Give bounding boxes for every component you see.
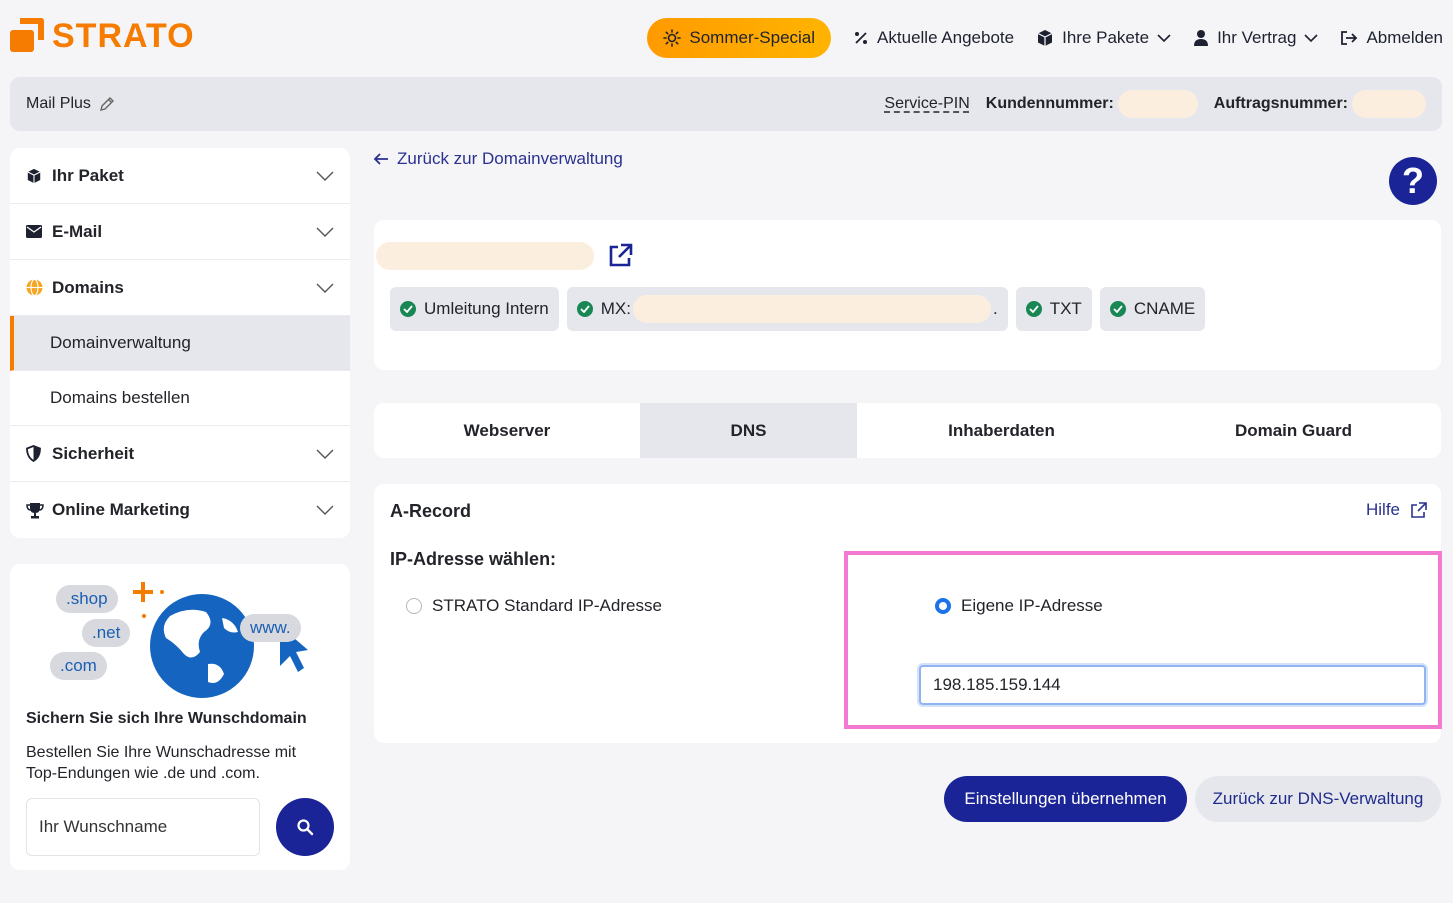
nav-logout[interactable]: Abmelden <box>1340 28 1443 48</box>
arrow-left-icon <box>373 153 388 165</box>
sidebar-item-label: Online Marketing <box>52 500 190 519</box>
radio-button[interactable] <box>406 598 422 614</box>
chevron-down-icon <box>316 449 334 459</box>
order-number-redacted <box>1352 90 1426 118</box>
package-name[interactable]: Mail Plus <box>26 95 115 113</box>
sidebar-item-label: E-Mail <box>52 221 103 241</box>
chip-mx: MX: . <box>566 287 1008 331</box>
account-info-bar: Mail Plus Service-PIN Kundennummer: Auft… <box>10 77 1442 131</box>
tab-domain-guard[interactable]: Domain Guard <box>1146 403 1441 458</box>
sidebar: Ihr Paket E-Mail Domains Domainverwaltun… <box>10 148 350 538</box>
promo-text: Bestellen Sie Ihre Wunschadresse mit Top… <box>26 744 297 782</box>
external-link-icon[interactable] <box>606 242 634 270</box>
back-to-domain-management-link[interactable]: Zurück zur Domainverwaltung <box>373 149 623 169</box>
customer-number-redacted <box>1117 90 1198 118</box>
help-button[interactable]: ? <box>1389 157 1437 205</box>
help-link[interactable]: Hilfe <box>1366 500 1427 520</box>
radio-standard-ip[interactable]: STRATO Standard IP-Adresse <box>406 596 662 616</box>
order-number-label: Auftragsnummer: <box>1213 95 1348 112</box>
bubble-www: www. <box>240 614 301 642</box>
a-record-title: A-Record <box>390 501 472 521</box>
sidebar-item-email[interactable]: E-Mail <box>10 204 350 260</box>
mx-value-redacted <box>632 295 991 323</box>
tab-dns[interactable]: DNS <box>640 403 857 458</box>
dns-status-chips: Umleitung Intern MX: . TXT CNAME <box>390 287 1206 331</box>
chip-redirect: Umleitung Intern <box>390 287 559 331</box>
chevron-down-icon <box>1304 34 1319 43</box>
shield-icon <box>26 445 41 462</box>
box-icon <box>1037 30 1053 46</box>
apply-settings-button[interactable]: Einstellungen übernehmen <box>944 776 1187 822</box>
ip-address-label: IP-Adresse wählen: <box>390 549 557 569</box>
bubble-net: .net <box>82 619 131 647</box>
sidebar-item-online-marketing[interactable]: Online Marketing <box>10 482 350 538</box>
chevron-down-icon <box>316 505 334 515</box>
strato-logo[interactable]: STRATO <box>10 18 195 54</box>
special-label: Sommer-Special <box>689 28 816 47</box>
check-circle-icon <box>400 301 416 317</box>
sidebar-item-sicherheit[interactable]: Sicherheit <box>10 426 350 482</box>
chip-txt: TXT <box>1015 287 1092 331</box>
domain-search-button[interactable] <box>276 798 334 856</box>
customer-number-label: Kundennummer: <box>985 95 1114 112</box>
strato-logo-icon <box>10 18 46 54</box>
sidebar-item-label: Ihr Paket <box>52 165 124 185</box>
pencil-icon[interactable] <box>99 96 115 112</box>
sidebar-item-label: Sicherheit <box>52 443 135 463</box>
sun-icon <box>663 29 682 47</box>
search-icon <box>297 819 314 836</box>
chevron-down-icon <box>316 171 334 181</box>
external-link-icon <box>1411 501 1427 518</box>
sidebar-item-domains[interactable]: Domains <box>10 260 350 316</box>
back-to-dns-button[interactable]: Zurück zur DNS-Verwaltung <box>1195 776 1441 822</box>
promo-title: Sichern Sie sich Ihre Wunschdomain <box>26 710 307 727</box>
chip-cname: CNAME <box>1099 287 1206 331</box>
box-icon <box>27 168 41 183</box>
sommer-special-button[interactable]: Sommer-Special <box>647 18 832 58</box>
check-circle-icon <box>1109 301 1126 317</box>
custom-ip-input[interactable] <box>919 665 1426 705</box>
sidebar-item-ihr-paket[interactable]: Ihr Paket <box>10 148 350 204</box>
top-navigation: Sommer-Special Aktuelle Angebote Ihre Pa… <box>647 18 1443 58</box>
envelope-icon <box>26 225 42 238</box>
domain-name-redacted <box>376 242 594 270</box>
domain-tabs: Webserver DNS Inhaberdaten Domain Guard <box>374 403 1441 458</box>
domain-promo-card: .shop .net .com www. Sichern Sie sich Ih… <box>10 564 350 870</box>
globe-icon <box>26 279 43 296</box>
packages-label: Ihre Pakete <box>1062 28 1150 47</box>
check-circle-icon <box>1025 301 1042 317</box>
contract-label: Ihr Vertrag <box>1217 28 1297 47</box>
sidebar-sub-domainverwaltung[interactable]: Domainverwaltung <box>10 316 350 371</box>
tab-webserver[interactable]: Webserver <box>374 403 640 458</box>
domain-overview-card: Umleitung Intern MX: . TXT CNAME <box>374 220 1441 370</box>
service-pin-link[interactable]: Service-PIN <box>884 95 969 113</box>
domain-search-input[interactable] <box>26 798 260 856</box>
check-circle-icon <box>576 301 593 317</box>
chevron-down-icon <box>316 283 334 293</box>
nav-offers[interactable]: Aktuelle Angebote <box>853 28 1014 48</box>
chevron-down-icon <box>316 227 334 237</box>
nav-packages[interactable]: Ihre Pakete <box>1036 28 1171 48</box>
bubble-com: .com <box>50 652 107 680</box>
tab-inhaberdaten[interactable]: Inhaberdaten <box>857 403 1146 458</box>
bubble-shop: .shop <box>56 585 118 613</box>
offers-label: Aktuelle Angebote <box>877 28 1015 47</box>
a-record-card: A-Record Hilfe IP-Adresse wählen: STRATO… <box>374 484 1442 743</box>
chevron-down-icon <box>1157 34 1171 43</box>
brand-name: STRATO <box>52 17 195 55</box>
sidebar-sub-domains-bestellen[interactable]: Domains bestellen <box>10 371 350 426</box>
nav-contract[interactable]: Ihr Vertrag <box>1193 28 1319 48</box>
logout-icon <box>1341 31 1358 45</box>
sidebar-item-label: Domains <box>52 277 124 297</box>
logout-label: Abmelden <box>1366 28 1443 47</box>
user-icon <box>1194 30 1209 46</box>
radio-button-selected[interactable] <box>935 598 951 614</box>
radio-custom-ip[interactable]: Eigene IP-Adresse <box>935 596 1103 616</box>
trophy-icon <box>26 502 44 518</box>
percent-icon <box>855 32 868 44</box>
